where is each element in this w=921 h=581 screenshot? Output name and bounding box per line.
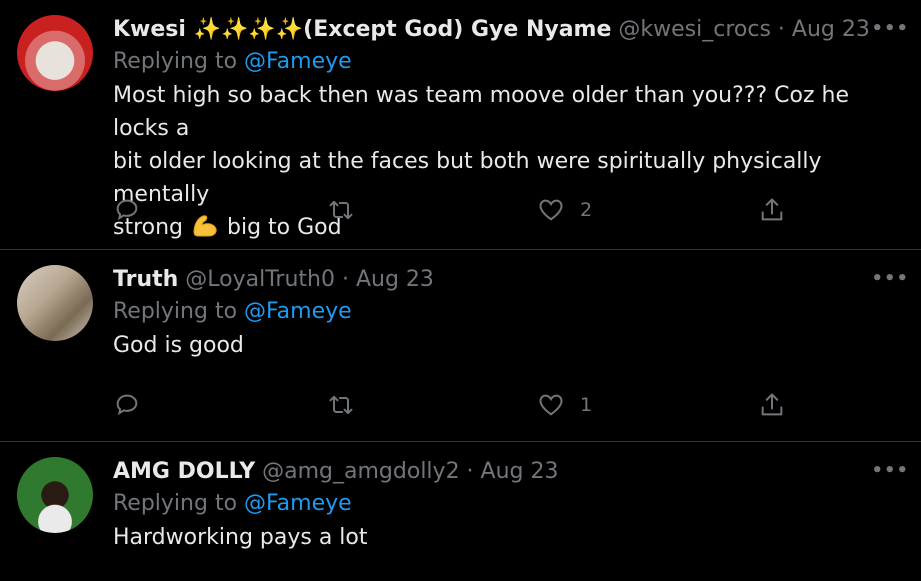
avatar[interactable] <box>17 457 93 533</box>
sparkles-icon: ✨✨✨✨ <box>193 17 304 42</box>
mention-link[interactable]: @Fameye <box>244 299 352 324</box>
avatar[interactable] <box>17 265 93 341</box>
retweet-icon <box>329 200 353 220</box>
like-button[interactable]: 1 <box>537 391 592 419</box>
heart-icon <box>539 394 563 416</box>
tweet-header: Truth @LoyalTruth0 · Aug 23 <box>113 265 901 295</box>
tweet-date[interactable]: Aug 23 <box>792 17 870 42</box>
replying-to: Replying to @Fameye <box>113 295 901 329</box>
replying-to: Replying to @Fameye <box>113 487 901 521</box>
tweet-text-line: Most high so back then was team moove ol… <box>113 83 849 141</box>
user-handle[interactable]: @LoyalTruth0 <box>185 267 335 292</box>
tweet-text: God is good <box>113 333 244 358</box>
mention-link[interactable]: @Fameye <box>244 491 352 516</box>
like-count: 1 <box>580 394 593 416</box>
replying-label: Replying to <box>113 49 245 74</box>
mention-link[interactable]: @Fameye <box>244 49 352 74</box>
more-options-icon[interactable]: ••• <box>871 18 909 39</box>
tweet[interactable]: AMG DOLLY @amg_amgdolly2 · Aug 23 Replyi… <box>0 442 921 581</box>
replying-to: Replying to @Fameye <box>113 45 901 79</box>
reply-icon <box>116 199 138 221</box>
display-name[interactable]: Truth <box>113 267 178 292</box>
user-handle[interactable]: @kwesi_crocs <box>618 17 771 42</box>
share-button[interactable] <box>758 196 786 224</box>
heart-icon <box>539 199 563 221</box>
tweet[interactable]: Kwesi ✨✨✨✨(Except God) Gye Nyame @kwesi_… <box>0 0 921 250</box>
retweet-button[interactable] <box>327 196 370 224</box>
tweet-header: AMG DOLLY @amg_amgdolly2 · Aug 23 <box>113 457 901 487</box>
separator: · <box>459 459 481 484</box>
more-options-icon[interactable]: ••• <box>871 268 909 289</box>
display-name[interactable]: Kwesi ✨✨✨✨(Except God) Gye Nyame <box>113 17 611 42</box>
separator: · <box>770 17 792 42</box>
tweet-content: AMG DOLLY @amg_amgdolly2 · Aug 23 Replyi… <box>113 457 901 554</box>
share-button[interactable] <box>758 391 786 419</box>
retweet-icon <box>329 395 353 415</box>
more-options-icon[interactable]: ••• <box>871 460 909 481</box>
tweet-actions: 1 <box>0 391 921 425</box>
separator: · <box>334 267 356 292</box>
reply-button[interactable] <box>113 391 156 419</box>
tweet-date[interactable]: Aug 23 <box>356 267 434 292</box>
tweet-actions: 2 <box>0 196 921 230</box>
like-count: 2 <box>580 199 593 221</box>
share-icon <box>761 198 783 221</box>
replying-label: Replying to <box>113 491 245 516</box>
tweet-content: Truth @LoyalTruth0 · Aug 23 Replying to … <box>113 265 901 362</box>
user-handle[interactable]: @amg_amgdolly2 <box>262 459 459 484</box>
tweet-date[interactable]: Aug 23 <box>481 459 559 484</box>
tweet-text: Hardworking pays a lot <box>113 525 368 550</box>
tweet-header: Kwesi ✨✨✨✨(Except God) Gye Nyame @kwesi_… <box>113 15 901 45</box>
like-button[interactable]: 2 <box>537 196 592 224</box>
reply-button[interactable] <box>113 196 156 224</box>
reply-icon <box>116 394 138 416</box>
replying-label: Replying to <box>113 299 245 324</box>
share-icon <box>761 393 783 416</box>
retweet-button[interactable] <box>327 391 370 419</box>
display-name[interactable]: AMG DOLLY <box>113 459 255 484</box>
avatar[interactable] <box>17 15 93 91</box>
